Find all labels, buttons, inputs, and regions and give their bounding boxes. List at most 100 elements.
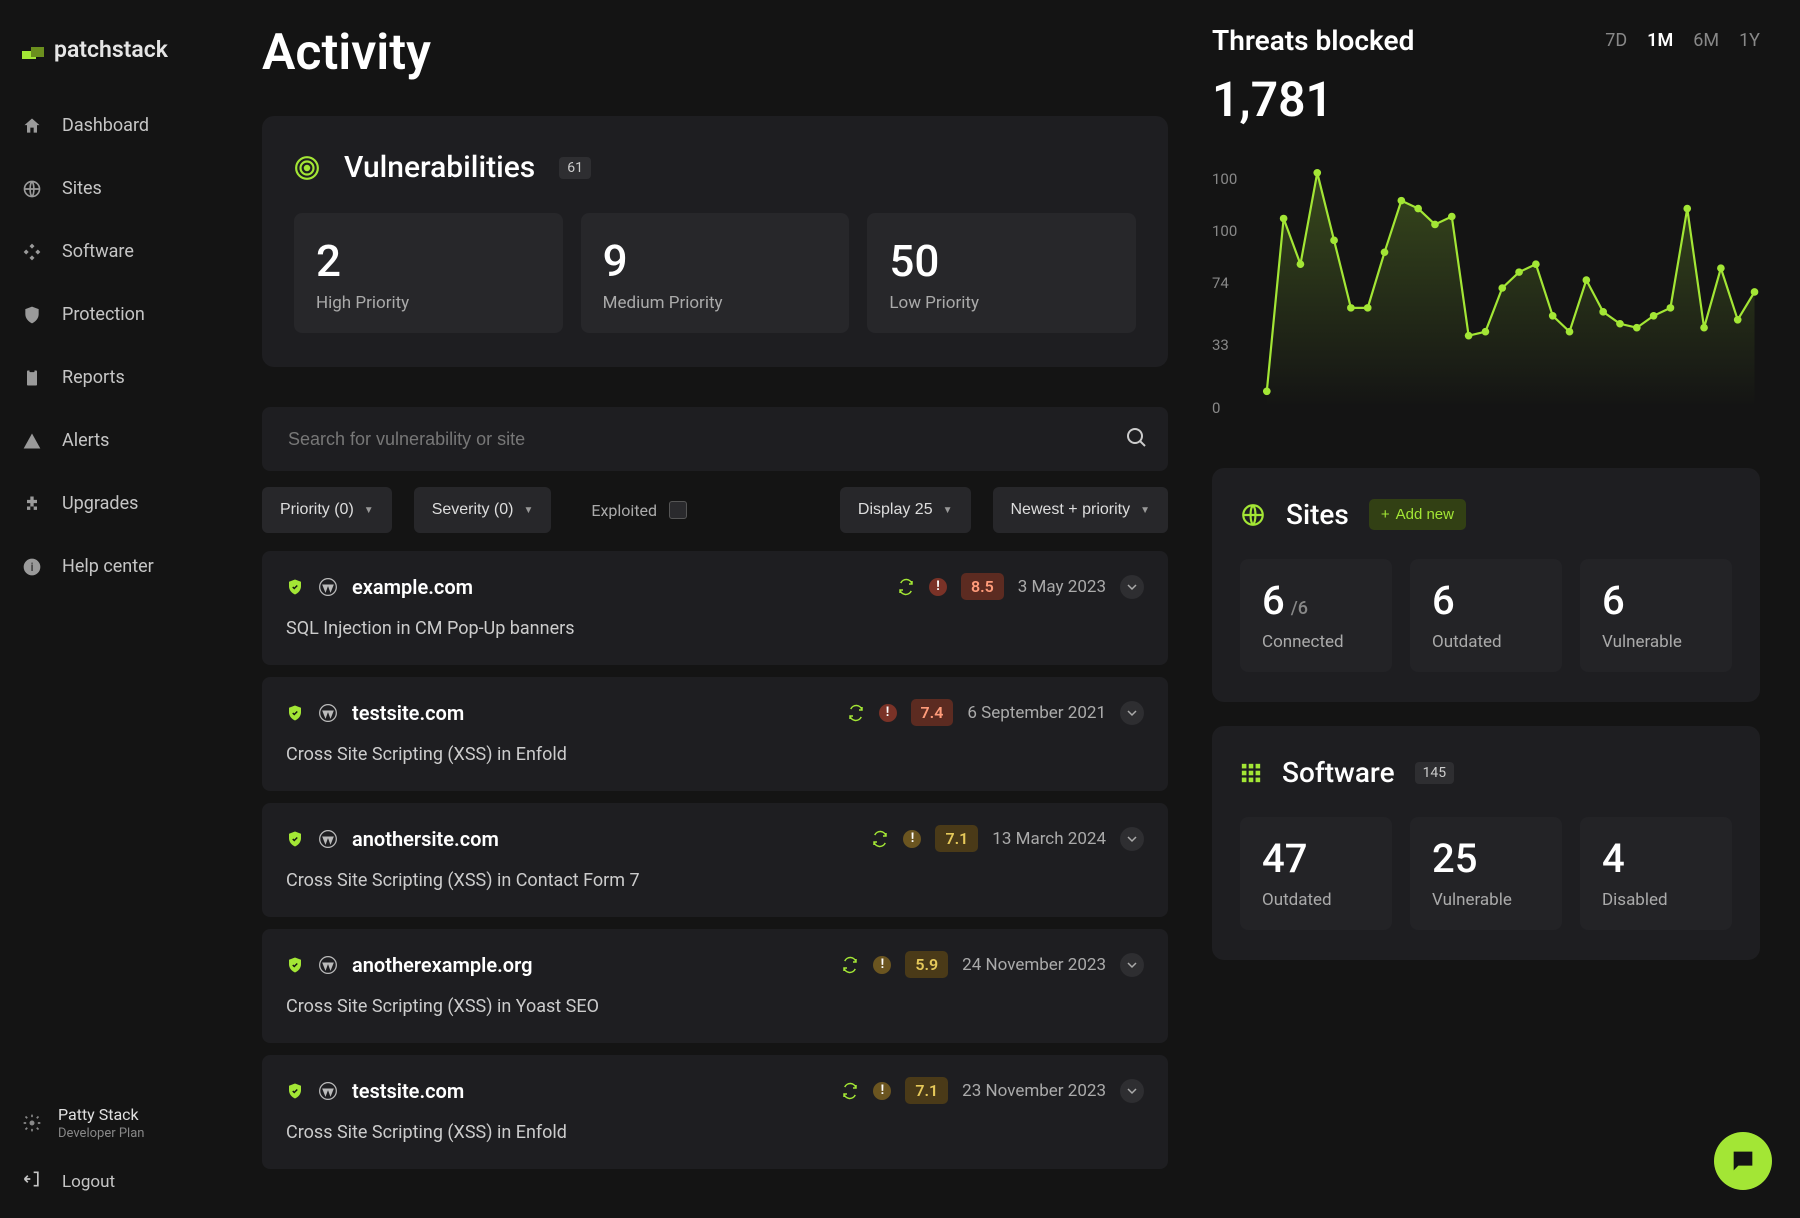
vuln-site: example.com bbox=[352, 575, 473, 599]
range-1y[interactable]: 1Y bbox=[1739, 30, 1760, 51]
vuln-list: example.com ! 8.5 3 May 2023 SQL Injecti… bbox=[262, 551, 1168, 1169]
wordpress-icon bbox=[318, 829, 338, 849]
filter-sort[interactable]: Newest + priority▼ bbox=[993, 487, 1169, 533]
cvss-score: 5.9 bbox=[905, 951, 948, 978]
chevron-down-icon: ▼ bbox=[1140, 505, 1150, 516]
range-7d[interactable]: 7D bbox=[1605, 30, 1627, 51]
threats-title: Threats blocked bbox=[1212, 24, 1414, 57]
stat-medium-priority[interactable]: 9 Medium Priority bbox=[581, 213, 850, 333]
expand-button[interactable] bbox=[1120, 701, 1144, 725]
chat-fab[interactable] bbox=[1714, 1132, 1772, 1190]
search-icon[interactable] bbox=[1124, 425, 1148, 453]
vuln-site: testsite.com bbox=[352, 1079, 464, 1103]
vuln-item[interactable]: example.com ! 8.5 3 May 2023 SQL Injecti… bbox=[262, 551, 1168, 665]
expand-button[interactable] bbox=[1120, 575, 1144, 599]
chevron-down-icon: ▼ bbox=[523, 505, 533, 516]
patchstack-logo-icon bbox=[22, 42, 44, 58]
stat-num: 50 bbox=[889, 235, 1114, 287]
alert-icon: ! bbox=[873, 1082, 891, 1100]
filter-display[interactable]: Display 25▼ bbox=[840, 487, 971, 533]
sites-connected[interactable]: 6/6 Connected bbox=[1240, 559, 1392, 672]
nav-software[interactable]: Software bbox=[22, 241, 262, 262]
nav-label: Upgrades bbox=[62, 493, 138, 514]
clipboard-icon bbox=[22, 368, 42, 388]
info-icon: i bbox=[22, 557, 42, 577]
shield-check-icon bbox=[286, 956, 304, 974]
range-1m[interactable]: 1M bbox=[1647, 30, 1673, 51]
vuln-item[interactable]: testsite.com ! 7.1 23 November 2023 Cros… bbox=[262, 1055, 1168, 1169]
range-6m[interactable]: 6M bbox=[1693, 30, 1719, 51]
software-count-badge: 145 bbox=[1415, 762, 1455, 784]
nav-label: Sites bbox=[62, 178, 102, 199]
sync-icon[interactable] bbox=[897, 578, 915, 596]
cvss-score: 7.4 bbox=[911, 699, 954, 726]
software-disabled[interactable]: 4 Disabled bbox=[1580, 817, 1732, 930]
primary-nav: Dashboard Sites Software Protection Repo… bbox=[22, 115, 262, 577]
logout-label: Logout bbox=[62, 1172, 115, 1192]
nav-label: Dashboard bbox=[62, 115, 149, 136]
filter-severity[interactable]: Severity (0)▼ bbox=[414, 487, 552, 533]
sync-icon[interactable] bbox=[847, 704, 865, 722]
expand-button[interactable] bbox=[1120, 827, 1144, 851]
alert-icon: ! bbox=[873, 956, 891, 974]
search-input[interactable] bbox=[288, 429, 1124, 450]
stat-high-priority[interactable]: 2 High Priority bbox=[294, 213, 563, 333]
software-outdated[interactable]: 47 Outdated bbox=[1240, 817, 1392, 930]
stat-low-priority[interactable]: 50 Low Priority bbox=[867, 213, 1136, 333]
sync-icon[interactable] bbox=[841, 956, 859, 974]
software-panel: Software 145 47 Outdated 25 Vulnerable 4… bbox=[1212, 726, 1760, 960]
shield-icon bbox=[22, 305, 42, 325]
vuln-item[interactable]: testsite.com ! 7.4 6 September 2021 Cros… bbox=[262, 677, 1168, 791]
sync-icon[interactable] bbox=[841, 1082, 859, 1100]
page-title: Activity bbox=[262, 24, 1168, 82]
ytick: 100 bbox=[1212, 222, 1237, 240]
vuln-item[interactable]: anothersite.com ! 7.1 13 March 2024 Cros… bbox=[262, 803, 1168, 917]
cvss-score: 7.1 bbox=[905, 1077, 948, 1104]
sync-icon[interactable] bbox=[871, 830, 889, 848]
nav-help[interactable]: i Help center bbox=[22, 556, 262, 577]
vuln-item[interactable]: anotherexample.org ! 5.9 24 November 202… bbox=[262, 929, 1168, 1043]
filter-priority[interactable]: Priority (0)▼ bbox=[262, 487, 392, 533]
user-block[interactable]: Patty Stack Developer Plan bbox=[22, 1105, 262, 1141]
vuln-site: testsite.com bbox=[352, 701, 464, 725]
expand-button[interactable] bbox=[1120, 1079, 1144, 1103]
threats-chart: 100 100 74 33 0 bbox=[1212, 158, 1760, 418]
nav-dashboard[interactable]: Dashboard bbox=[22, 115, 262, 136]
alert-icon: ! bbox=[903, 830, 921, 848]
nav-label: Reports bbox=[62, 367, 125, 388]
home-icon bbox=[22, 116, 42, 136]
logout-icon bbox=[22, 1169, 42, 1194]
software-vulnerable[interactable]: 25 Vulnerable bbox=[1410, 817, 1562, 930]
ytick: 74 bbox=[1212, 274, 1229, 292]
alert-icon: ! bbox=[879, 704, 897, 722]
cvss-score: 8.5 bbox=[961, 573, 1004, 600]
user-name: Patty Stack bbox=[58, 1105, 144, 1124]
vuln-description: SQL Injection in CM Pop-Up banners bbox=[286, 618, 1144, 639]
filter-exploited[interactable]: Exploited bbox=[573, 487, 705, 533]
expand-button[interactable] bbox=[1120, 953, 1144, 977]
nav-label: Alerts bbox=[62, 430, 109, 451]
add-site-button[interactable]: +Add new bbox=[1369, 499, 1466, 530]
vuln-site: anotherexample.org bbox=[352, 953, 532, 977]
nav-sites[interactable]: Sites bbox=[22, 178, 262, 199]
sidebar: patchstack Dashboard Sites Software Prot… bbox=[0, 0, 262, 1218]
chat-icon bbox=[1729, 1147, 1757, 1175]
nav-alerts[interactable]: Alerts bbox=[22, 430, 262, 451]
threats-header: Threats blocked 7D 1M 6M 1Y bbox=[1212, 24, 1760, 57]
nav-reports[interactable]: Reports bbox=[22, 367, 262, 388]
logout-link[interactable]: Logout bbox=[22, 1169, 262, 1194]
vuln-site: anothersite.com bbox=[352, 827, 499, 851]
brand-logo[interactable]: patchstack bbox=[22, 36, 262, 63]
chevron-down-icon: ▼ bbox=[943, 505, 953, 516]
search-bar[interactable] bbox=[262, 407, 1168, 471]
sites-vulnerable[interactable]: 6 Vulnerable bbox=[1580, 559, 1732, 672]
shield-check-icon bbox=[286, 704, 304, 722]
vuln-description: Cross Site Scripting (XSS) in Yoast SEO bbox=[286, 996, 1144, 1017]
vuln-date: 23 November 2023 bbox=[962, 1081, 1106, 1101]
nav-upgrades[interactable]: Upgrades bbox=[22, 493, 262, 514]
sites-title: Sites bbox=[1286, 498, 1349, 531]
sites-outdated[interactable]: 6 Outdated bbox=[1410, 559, 1562, 672]
shield-check-icon bbox=[286, 830, 304, 848]
nav-protection[interactable]: Protection bbox=[22, 304, 262, 325]
checkbox-icon[interactable] bbox=[669, 501, 687, 519]
